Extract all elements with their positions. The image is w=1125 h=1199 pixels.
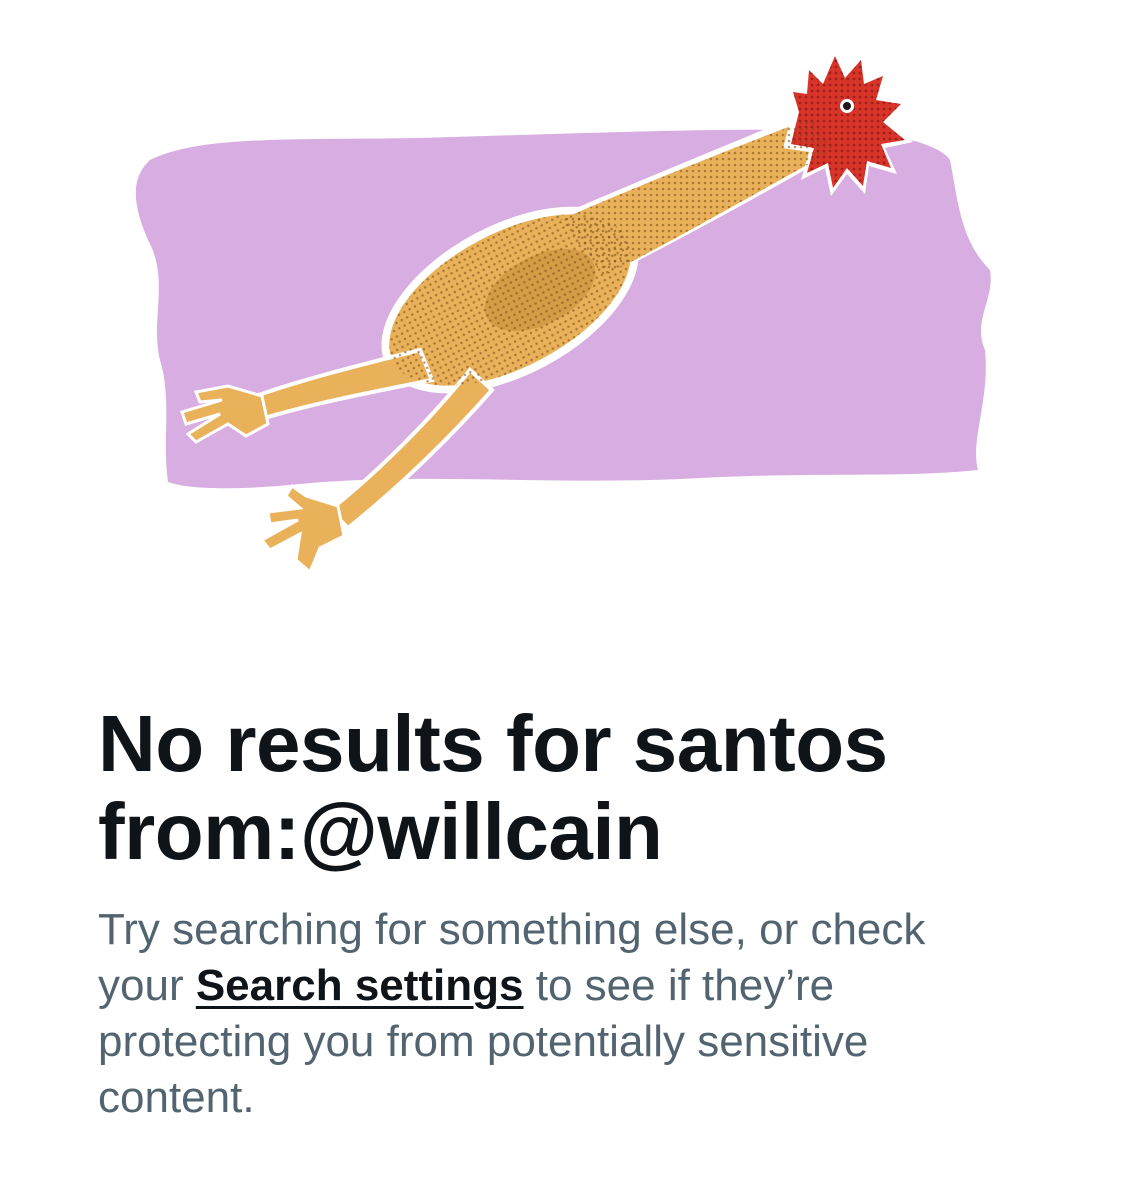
rubber-chicken-icon <box>135 48 991 575</box>
no-results-title: No results for santos from:@willcain <box>98 699 888 876</box>
empty-state: No results for santos from:@willcain Try… <box>98 700 1058 1126</box>
no-results-description: Try searching for something else, or che… <box>98 902 1018 1126</box>
empty-search-illustration <box>0 0 1125 640</box>
search-settings-link[interactable]: Search settings <box>196 961 524 1010</box>
